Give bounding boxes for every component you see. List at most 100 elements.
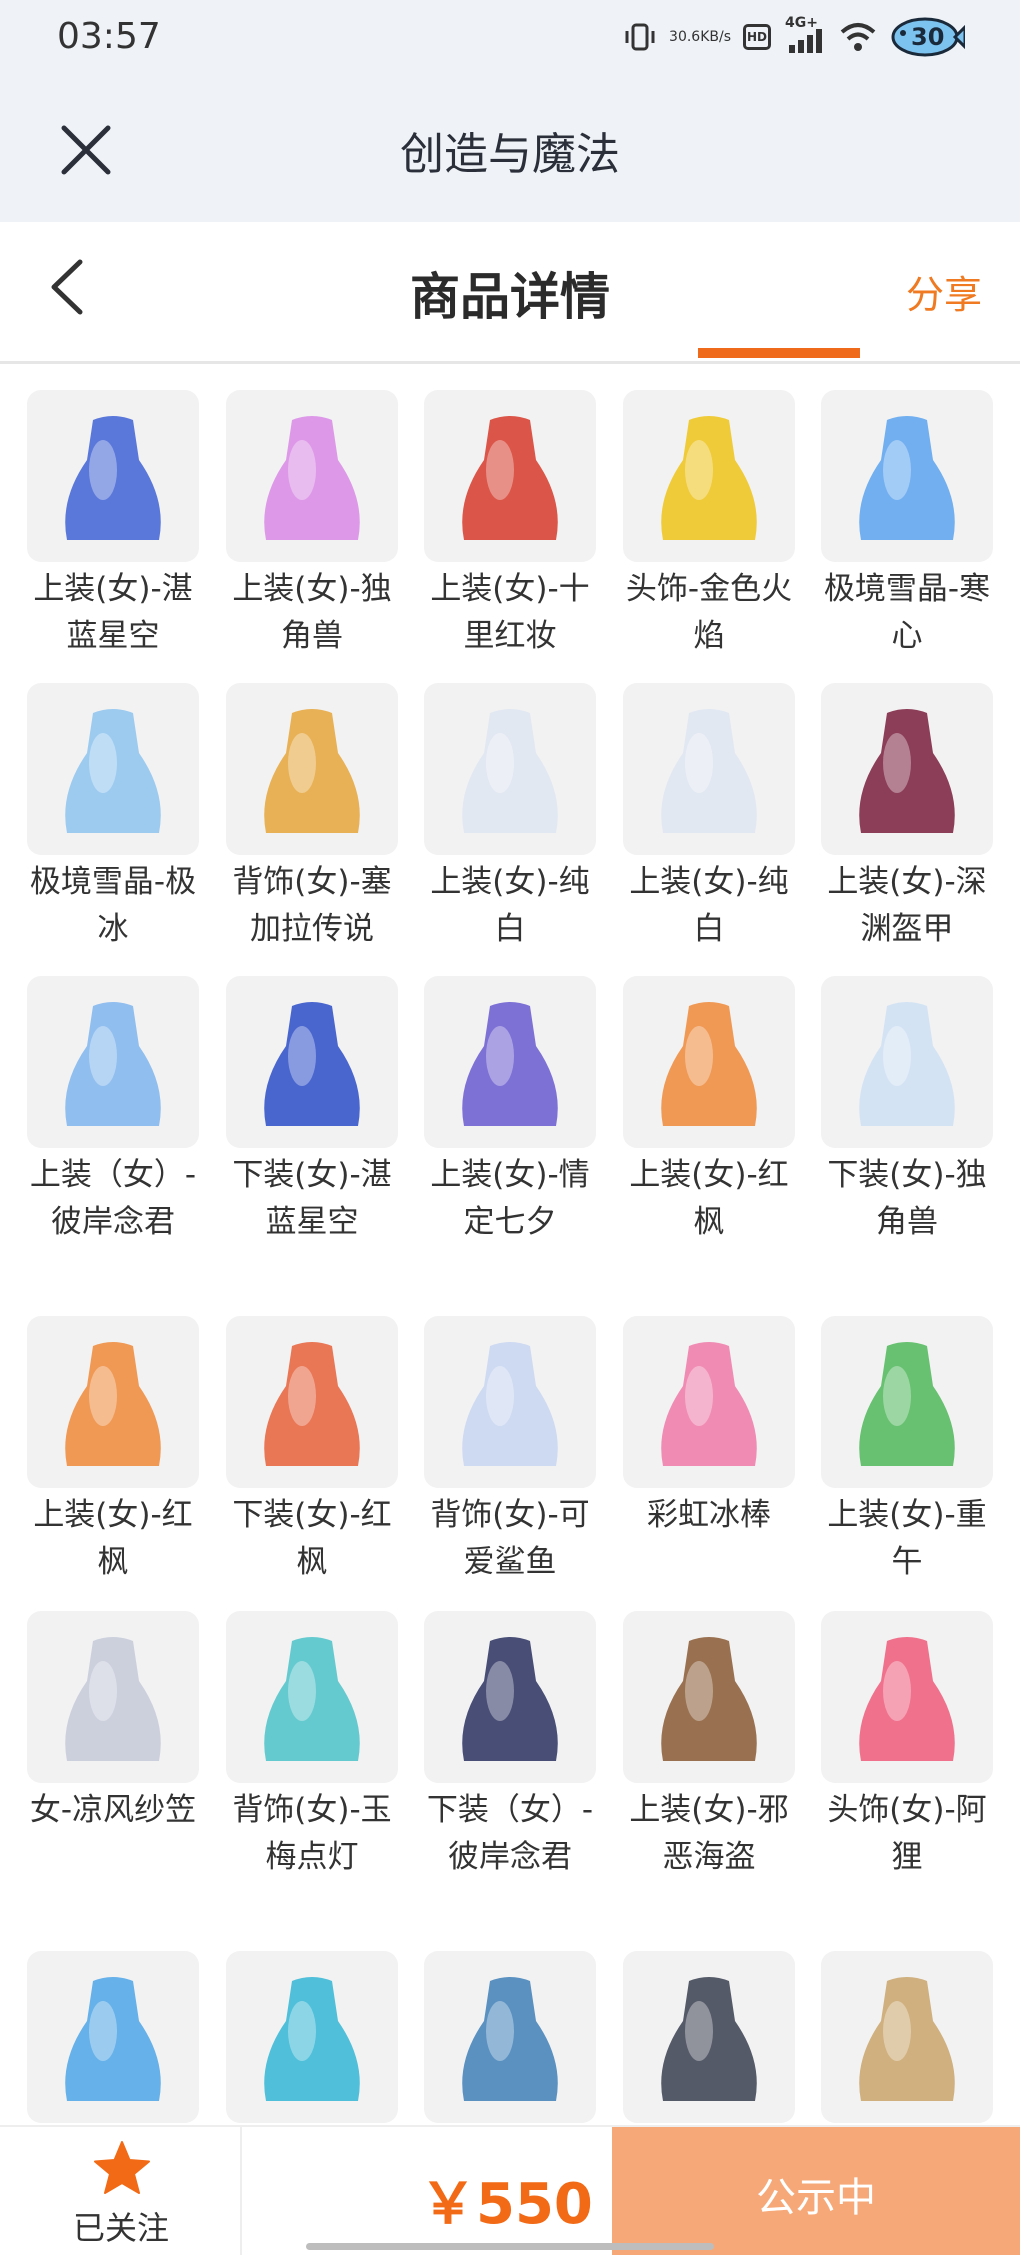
network-speed-value: 30.6	[669, 28, 701, 45]
item-image	[462, 709, 558, 833]
item-label: 下装(女)-湛蓝星空	[232, 1157, 392, 1240]
bottom-action-bar: 已关注 ￥550 公示中	[0, 2125, 1020, 2255]
item-thumbnail	[226, 1611, 398, 1783]
item-card[interactable]: 上装(女)-纯白	[623, 683, 795, 953]
item-image	[859, 1637, 955, 1761]
item-card[interactable]: 上装(女)-红枫	[623, 976, 795, 1246]
item-image	[859, 1002, 955, 1126]
item-image	[859, 1342, 955, 1466]
item-image	[462, 416, 558, 540]
star-icon	[92, 2139, 152, 2197]
item-thumbnail	[27, 1611, 199, 1783]
item-label: 上装(女)-独角兽	[232, 571, 392, 654]
item-card[interactable]: 下装(女)-独角兽	[821, 976, 993, 1246]
item-card[interactable]: 下装(女)-湛蓝星空	[226, 976, 398, 1246]
item-thumbnail	[821, 1951, 993, 2123]
status-icons: 30.6 KB/s HD 4G+ 30	[623, 14, 967, 60]
item-thumbnail	[821, 683, 993, 855]
item-card[interactable]	[27, 1951, 199, 2123]
item-card[interactable]: 上装(女)-独角兽	[226, 390, 398, 660]
item-card[interactable]: 背饰(女)-塞加拉传说	[226, 683, 398, 953]
item-image	[661, 1342, 757, 1466]
follow-button[interactable]: 已关注	[0, 2127, 242, 2255]
item-image	[859, 709, 955, 833]
item-thumbnail	[821, 1316, 993, 1488]
item-card[interactable]	[821, 1951, 993, 2123]
item-card[interactable]: 上装(女)-情定七夕	[424, 976, 596, 1246]
item-card[interactable]	[424, 1951, 596, 2123]
item-label: 背饰(女)-可爱鲨鱼	[430, 1497, 590, 1580]
item-thumbnail	[821, 1611, 993, 1783]
item-thumbnail	[424, 390, 596, 562]
item-card[interactable]: 下装(女)-红枫	[226, 1316, 398, 1586]
home-indicator[interactable]	[306, 2243, 714, 2250]
item-thumbnail	[226, 1951, 398, 2123]
item-card[interactable]: 极境雪晶-寒心	[821, 390, 993, 660]
vibrate-icon	[623, 20, 657, 54]
item-thumbnail	[424, 683, 596, 855]
item-image	[65, 1342, 161, 1466]
item-card[interactable]: 头饰(女)-阿狸	[821, 1611, 993, 1881]
item-image	[859, 416, 955, 540]
item-card[interactable]: 上装(女)-纯白	[424, 683, 596, 953]
item-card[interactable]: 上装（女）-彼岸念君	[27, 976, 199, 1246]
item-thumbnail	[623, 1316, 795, 1488]
item-card[interactable]: 头饰-金色火焰	[623, 390, 795, 660]
app-title: 创造与魔法	[400, 129, 620, 180]
cell-signal-icon: 4G+	[783, 15, 827, 57]
public-status-button[interactable]: 公示中	[612, 2127, 1020, 2255]
item-image	[661, 1637, 757, 1761]
item-image	[264, 1637, 360, 1761]
item-thumbnail	[27, 390, 199, 562]
item-card[interactable]: 上装(女)-邪恶海盗	[623, 1611, 795, 1881]
item-card[interactable]: 彩虹冰棒	[623, 1316, 795, 1539]
item-thumbnail	[623, 683, 795, 855]
item-label: 头饰-金色火焰	[625, 571, 793, 654]
item-label: 下装(女)-独角兽	[827, 1157, 987, 1240]
item-card[interactable]: 女-凉风纱笠	[27, 1611, 199, 1834]
item-thumbnail	[226, 976, 398, 1148]
item-image	[264, 1977, 360, 2101]
app-header: 创造与魔法	[0, 78, 1020, 222]
item-card[interactable]: 下装（女）-彼岸念君	[424, 1611, 596, 1881]
network-speed-unit: KB/s	[700, 28, 731, 45]
item-image	[661, 709, 757, 833]
item-card[interactable]: 上装(女)-十里红妆	[424, 390, 596, 660]
item-thumbnail	[27, 1316, 199, 1488]
item-thumbnail	[821, 390, 993, 562]
item-thumbnail	[424, 1316, 596, 1488]
item-label: 上装(女)-邪恶海盗	[629, 1792, 789, 1875]
item-card[interactable]: 背饰(女)-可爱鲨鱼	[424, 1316, 596, 1586]
item-image	[264, 1002, 360, 1126]
page-title: 商品详情	[410, 268, 610, 326]
item-image	[462, 1342, 558, 1466]
tab-indicator	[698, 348, 860, 358]
item-label: 背饰(女)-塞加拉传说	[232, 864, 392, 947]
item-card[interactable]	[226, 1951, 398, 2123]
status-time: 03:57	[57, 16, 161, 57]
item-card[interactable]	[623, 1951, 795, 2123]
item-thumbnail	[424, 1611, 596, 1783]
item-image	[65, 416, 161, 540]
item-card[interactable]: 上装(女)-深渊盔甲	[821, 683, 993, 953]
public-status-label: 公示中	[756, 2175, 876, 2221]
follow-label: 已关注	[72, 2209, 169, 2247]
item-card[interactable]: 背饰(女)-玉梅点灯	[226, 1611, 398, 1881]
share-button[interactable]: 分享	[906, 264, 982, 319]
item-card[interactable]: 上装(女)-红枫	[27, 1316, 199, 1586]
item-image	[661, 1002, 757, 1126]
item-thumbnail	[424, 976, 596, 1148]
item-thumbnail	[226, 390, 398, 562]
item-card[interactable]: 极境雪晶-极冰	[27, 683, 199, 953]
item-card[interactable]: 上装(女)-重午	[821, 1316, 993, 1586]
item-image	[264, 1342, 360, 1466]
item-card[interactable]: 上装(女)-湛蓝星空	[27, 390, 199, 660]
item-label: 极境雪晶-极冰	[29, 864, 197, 947]
item-thumbnail	[226, 1316, 398, 1488]
item-thumbnail	[623, 1611, 795, 1783]
item-thumbnail	[27, 1951, 199, 2123]
item-image	[264, 709, 360, 833]
item-label: 上装(女)-情定七夕	[430, 1157, 590, 1240]
item-label: 上装(女)-纯白	[430, 864, 590, 947]
item-label: 女-凉风纱笠	[29, 1792, 197, 1828]
